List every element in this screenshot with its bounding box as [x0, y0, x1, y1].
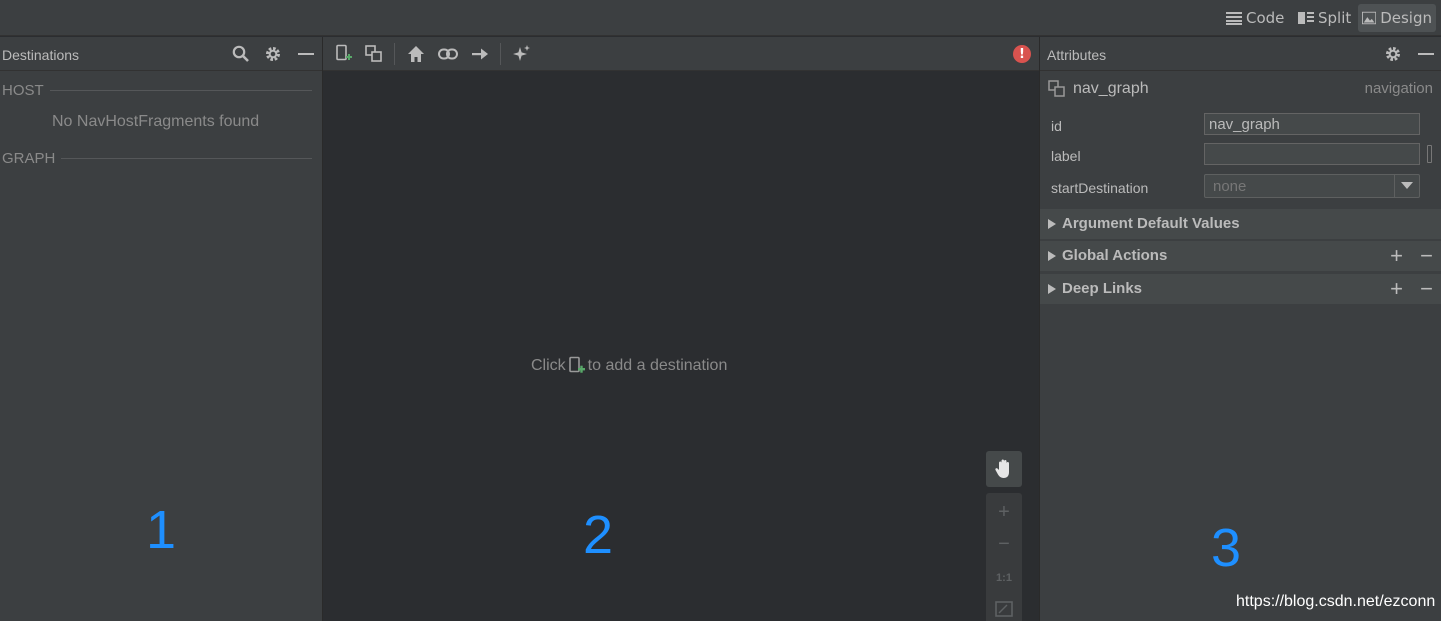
image-icon [1362, 11, 1377, 25]
section-title: Global Actions [1062, 247, 1168, 264]
add-icon[interactable]: + [1390, 276, 1403, 302]
argument-default-values-section[interactable]: Argument Default Values [1040, 208, 1441, 239]
watermark: https://blog.csdn.net/ezconn [1236, 593, 1436, 610]
label-label: label [1051, 148, 1081, 164]
attributes-title: Attributes [1047, 47, 1107, 63]
expand-arrow-icon [1048, 284, 1056, 294]
deep-links-section[interactable]: Deep Links + − [1040, 273, 1441, 304]
pan-tool-button[interactable] [986, 451, 1022, 487]
auto-arrange-icon[interactable] [512, 44, 532, 64]
gear-icon[interactable] [264, 45, 282, 63]
fit-screen-icon [995, 601, 1013, 617]
code-view-button[interactable]: Code [1222, 4, 1288, 32]
search-icon[interactable] [232, 45, 250, 63]
attributes-panel: Attributes nav_graph navigation id label… [1040, 37, 1441, 621]
zoom-in-button[interactable]: + [986, 497, 1022, 527]
graph-section-header: GRAPH [0, 148, 312, 168]
attributes-header: Attributes [1040, 37, 1441, 71]
section-divider [61, 157, 312, 159]
design-view-label: Design [1380, 9, 1432, 27]
split-view-label: Split [1318, 9, 1352, 27]
editor-toolbar: ! [323, 37, 1039, 71]
host-section-header: HOST [0, 80, 312, 100]
host-section-label: HOST [2, 81, 44, 99]
hand-icon [995, 459, 1009, 478]
destinations-panel: Destinations HOST No NavHostFragments fo… [0, 37, 322, 621]
panel-marker-1: 1 [146, 500, 177, 560]
minimize-icon[interactable] [297, 45, 315, 63]
nested-graph-icon[interactable] [364, 44, 384, 64]
section-title: Argument Default Values [1062, 215, 1240, 232]
link-icon[interactable] [438, 44, 458, 64]
minimize-icon[interactable] [1417, 45, 1435, 63]
label-resource-picker[interactable] [1427, 145, 1432, 163]
element-type: navigation [1364, 80, 1433, 97]
destinations-title: Destinations [2, 47, 80, 63]
view-mode-bar: Code Split Design [0, 0, 1441, 36]
hint-suffix: to add a destination [587, 357, 728, 374]
lines-icon [1226, 12, 1242, 25]
graph-section-label: GRAPH [2, 149, 56, 167]
split-view-button[interactable]: Split [1294, 4, 1355, 32]
destinations-header: Destinations [0, 37, 322, 71]
hint-prefix: Click [531, 357, 566, 374]
expand-arrow-icon [1048, 251, 1056, 261]
element-name: nav_graph [1073, 80, 1149, 97]
zoom-to-fit-button[interactable] [986, 594, 1022, 621]
home-icon[interactable] [406, 44, 426, 64]
add-destination-hint: Click to add a destination [531, 356, 727, 376]
gear-icon[interactable] [1384, 45, 1402, 63]
toolbar-separator [500, 43, 501, 65]
graph-editor[interactable]: ! Click to add a destination 2 + − 1:1 [323, 37, 1039, 621]
nested-graph-icon [1048, 80, 1065, 97]
chevron-down-icon[interactable] [1394, 175, 1419, 197]
error-icon[interactable]: ! [1013, 45, 1031, 63]
selected-element-row: nav_graph navigation [1040, 71, 1441, 107]
new-destination-icon [568, 356, 585, 373]
expand-arrow-icon [1048, 219, 1056, 229]
id-label: id [1051, 118, 1062, 134]
no-navhost-message: No NavHostFragments found [52, 113, 260, 130]
toolbar-separator [394, 43, 395, 65]
start-destination-value: none [1213, 178, 1247, 195]
zoom-out-button[interactable]: − [986, 529, 1022, 559]
section-divider [49, 89, 312, 91]
design-view-button[interactable]: Design [1358, 4, 1436, 32]
id-field[interactable] [1204, 113, 1420, 135]
new-destination-icon[interactable] [334, 44, 354, 64]
arrow-right-icon[interactable] [470, 44, 490, 64]
panel-marker-3: 3 [1211, 518, 1242, 578]
label-field[interactable] [1204, 143, 1420, 165]
add-icon[interactable]: + [1390, 243, 1403, 269]
zoom-actual-size-button[interactable]: 1:1 [986, 563, 1022, 593]
start-destination-select[interactable]: none [1204, 174, 1420, 198]
remove-icon[interactable]: − [1420, 243, 1433, 269]
zoom-controls: + − 1:1 [986, 493, 1022, 621]
remove-icon[interactable]: − [1420, 276, 1433, 302]
panel-marker-2: 2 [583, 505, 614, 565]
section-title: Deep Links [1062, 280, 1143, 297]
start-destination-label: startDestination [1051, 180, 1149, 196]
code-view-label: Code [1246, 9, 1285, 27]
split-view-icon [1298, 12, 1314, 24]
global-actions-section[interactable]: Global Actions + − [1040, 240, 1441, 271]
